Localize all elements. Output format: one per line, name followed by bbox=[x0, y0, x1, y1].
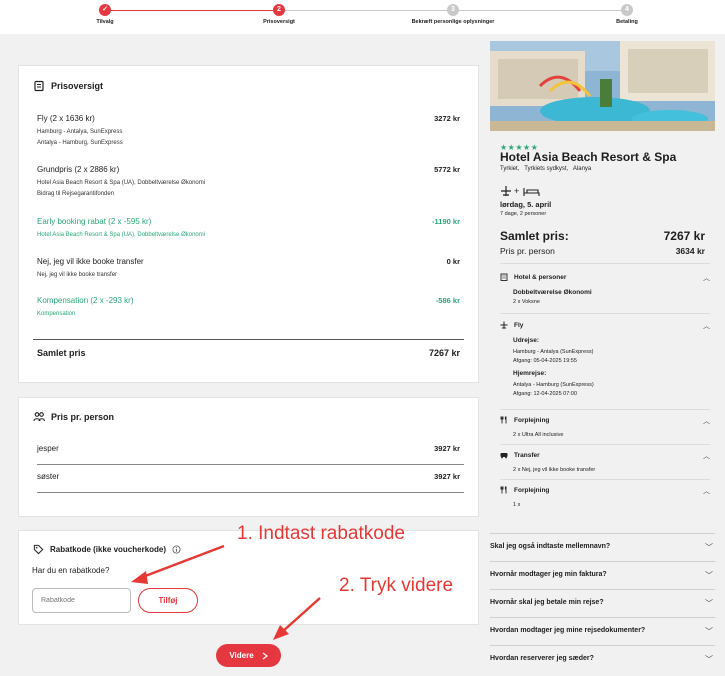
return-label: Hjemrejse: bbox=[513, 370, 547, 377]
section-title: Hotel & personer bbox=[514, 273, 567, 281]
sidebar-per-person: Pris pr. person 3634 kr bbox=[500, 246, 705, 256]
trip-date: lørdag, 5. april bbox=[500, 200, 552, 209]
building-icon bbox=[500, 273, 508, 281]
section-title: Transfer bbox=[514, 451, 540, 459]
section-header: Hotel & personer bbox=[500, 273, 710, 281]
room-type: Dobbeltværelse Økonomi bbox=[513, 289, 592, 296]
divider bbox=[500, 479, 710, 480]
section-header: Forplejning bbox=[500, 486, 710, 494]
section-meals-2[interactable]: Forplejning ︿ 1 x bbox=[500, 486, 710, 510]
bed-icon bbox=[523, 188, 540, 196]
outbound-route: Hamburg - Antalya (SunExpress) bbox=[513, 349, 594, 355]
faq-item[interactable]: Hvordan modtager jeg mine rejsedokumente… bbox=[490, 617, 715, 644]
chevron-down-icon: ﹀ bbox=[705, 627, 713, 636]
cutlery-icon bbox=[500, 416, 508, 424]
pp-amount: 3634 kr bbox=[675, 246, 705, 256]
faq-question: Skal jeg også indtaste mellemnavn? bbox=[490, 543, 611, 550]
section-title: Forplejning bbox=[514, 416, 550, 424]
chevron-up-icon[interactable]: ︿ bbox=[703, 273, 710, 283]
trip-duration: 7 dage, 2 personer bbox=[500, 211, 547, 217]
faq-item[interactable]: Hvornår modtager jeg min faktura? ﹀ bbox=[490, 561, 715, 588]
outbound-time: Afgang: 05-04-2025 19:55 bbox=[513, 358, 577, 364]
plane-icon bbox=[501, 186, 511, 196]
arrow-icon bbox=[131, 544, 225, 584]
faq-item[interactable]: Skal jeg også indtaste mellemnavn? ﹀ bbox=[490, 533, 715, 560]
hotel-name: Hotel Asia Beach Resort & Spa bbox=[500, 150, 677, 164]
chevron-up-icon[interactable]: ︿ bbox=[703, 486, 710, 496]
hotel-image bbox=[490, 41, 715, 131]
faq-question: Hvornår modtager jeg min faktura? bbox=[490, 571, 607, 578]
chevron-up-icon[interactable]: ︿ bbox=[703, 451, 710, 461]
chevron-up-icon[interactable]: ︿ bbox=[703, 416, 710, 426]
hotel-location: Tyrkiet, Tyrkiets sydkyst, Alanya bbox=[500, 166, 592, 172]
meal-plan: 2 x Ultra All inclusive bbox=[513, 432, 564, 438]
arrow-icon bbox=[273, 597, 321, 640]
section-header: Transfer bbox=[500, 451, 710, 459]
faq-question: Hvornår skal jeg betale min rejse? bbox=[490, 599, 604, 606]
chevron-down-icon: ﹀ bbox=[705, 599, 713, 608]
bus-icon bbox=[500, 451, 508, 459]
section-hotel-persons[interactable]: Hotel & personer ︿ Dobbeltværelse Økonom… bbox=[500, 273, 710, 307]
chevron-down-icon: ﹀ bbox=[705, 571, 713, 580]
section-title: Fly bbox=[514, 321, 524, 329]
sidebar-total: Samlet pris: 7267 kr bbox=[500, 229, 705, 243]
guest-count: 2 x Voksne bbox=[513, 299, 540, 305]
chevron-down-icon: ﹀ bbox=[705, 655, 713, 664]
divider bbox=[500, 313, 710, 314]
faq-question: Hvordan reserverer jeg sæder? bbox=[490, 655, 594, 662]
return-route: Antalya - Hamburg (SunExpress) bbox=[513, 382, 594, 388]
chevron-down-icon: ﹀ bbox=[705, 543, 713, 552]
flight-details: Udrejse: Hamburg - Antalya (SunExpress) … bbox=[513, 336, 710, 399]
divider bbox=[500, 263, 710, 264]
return-time: Afgang: 12-04-2025 07:00 bbox=[513, 391, 577, 397]
section-header: Fly bbox=[500, 321, 710, 329]
chevron-up-icon[interactable]: ︿ bbox=[703, 321, 710, 331]
total-amount: 7267 kr bbox=[663, 229, 705, 243]
faq-item[interactable]: Hvordan reserverer jeg sæder? ﹀ bbox=[490, 645, 715, 672]
divider bbox=[500, 444, 710, 445]
faq-question: Hvordan modtager jeg mine rejsedokumente… bbox=[490, 627, 646, 634]
faq-item[interactable]: Hvornår skal jeg betale min rejse? ﹀ bbox=[490, 589, 715, 616]
plane-icon bbox=[500, 321, 508, 329]
svg-text:+: + bbox=[514, 186, 519, 196]
meal-plan: 1 x bbox=[513, 502, 521, 508]
total-label: Samlet pris: bbox=[500, 229, 569, 243]
section-meals[interactable]: Forplejning ︿ 2 x Ultra All inclusive bbox=[500, 416, 710, 440]
pp-label: Pris pr. person bbox=[500, 246, 555, 256]
divider bbox=[500, 409, 710, 410]
section-header: Forplejning bbox=[500, 416, 710, 424]
section-flight[interactable]: Fly ︿ Udrejse: Hamburg - Antalya (SunExp… bbox=[500, 321, 710, 399]
transfer-choice: 2 x Nej, jeg vil ikke booke transfer bbox=[513, 467, 596, 473]
section-transfer[interactable]: Transfer ︿ 2 x Nej, jeg vil ikke booke t… bbox=[500, 451, 710, 475]
section-title: Forplejning bbox=[514, 486, 550, 494]
cutlery-icon bbox=[500, 486, 508, 494]
outbound-label: Udrejse: bbox=[513, 337, 540, 344]
